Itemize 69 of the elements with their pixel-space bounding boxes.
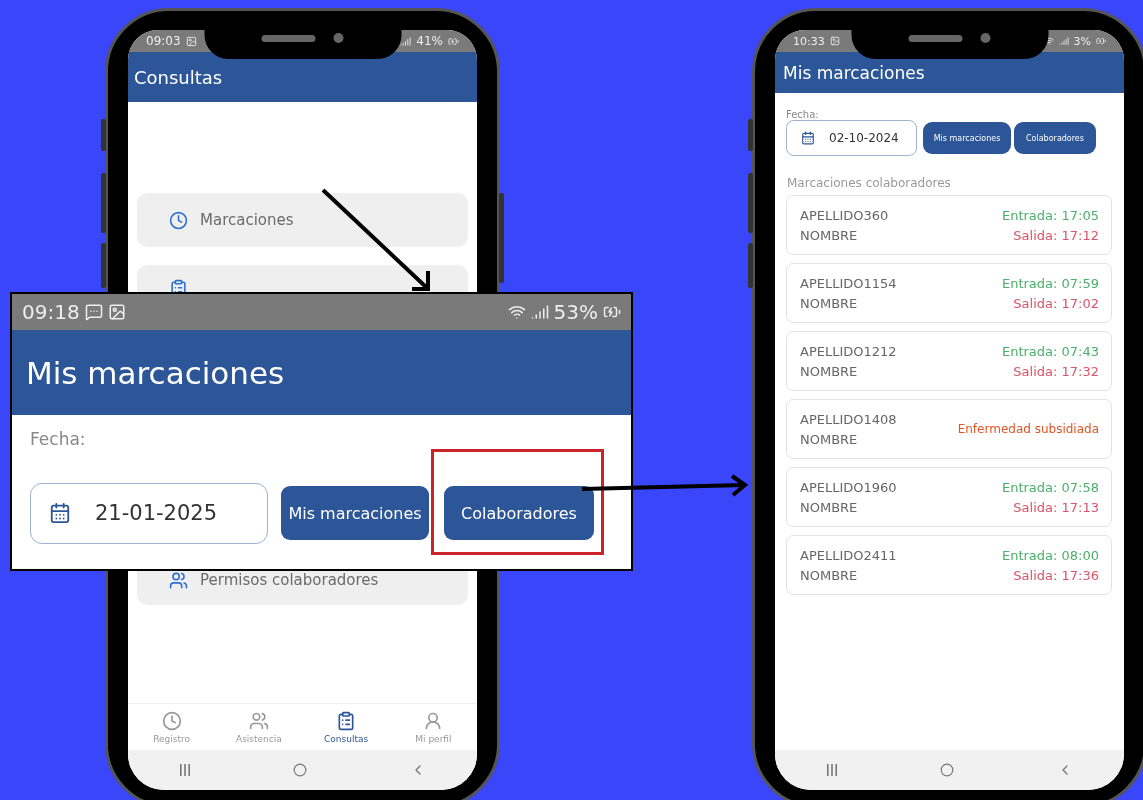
- status-time: 09:18: [22, 300, 80, 324]
- recent-apps-icon[interactable]: [826, 763, 839, 777]
- exit-time: Salida: 17:12: [1012, 227, 1099, 243]
- toggle-button[interactable]: Mis marcaciones: [923, 122, 1011, 154]
- calendar-icon: [801, 131, 815, 145]
- people-list-icon: [169, 571, 188, 590]
- name-text: NOMBRE: [800, 499, 859, 515]
- exit-time: Salida: 17:36: [1012, 567, 1099, 583]
- surname-text: APELLIDO2411: [800, 547, 898, 563]
- image-icon: [829, 36, 840, 46]
- name-text: NOMBRE: [800, 567, 859, 583]
- toggle-button[interactable]: Colaboradores: [444, 486, 594, 540]
- menu-item-label: Permisos colaboradores: [200, 571, 379, 589]
- section-title: Marcaciones colaboradores: [787, 176, 952, 190]
- menu-item[interactable]: [137, 265, 468, 292]
- date-field[interactable]: 21-01-2025: [30, 482, 268, 544]
- app-bar-title: Consultas: [128, 52, 477, 102]
- nav-tab[interactable]: Consultas: [311, 710, 382, 744]
- people-icon: [248, 710, 269, 731]
- image-icon: [185, 35, 197, 47]
- date-field[interactable]: 02-10-2024: [786, 120, 917, 156]
- toggle-button[interactable]: Colaboradores: [1014, 122, 1096, 154]
- status-time: 09:03: [146, 34, 181, 48]
- chat-icon: [84, 303, 103, 321]
- wifi-icon: [507, 303, 526, 321]
- status-time: 10:33: [793, 34, 825, 48]
- clock-icon: [169, 210, 188, 230]
- recent-apps-icon[interactable]: [179, 763, 192, 777]
- surname-text: APELLIDO1960: [800, 479, 898, 495]
- surname-text: APELLIDO360: [800, 207, 890, 223]
- date-value: 21-01-2025: [95, 501, 218, 525]
- calendar-icon: [49, 502, 71, 524]
- app-bar-title: Mis marcaciones: [12, 330, 631, 415]
- name-text: NOMBRE: [800, 295, 859, 311]
- name-text: NOMBRE: [800, 363, 859, 379]
- exit-time: Salida: 17:02: [1012, 295, 1099, 311]
- entry-time: Entrada: 07:58: [1001, 479, 1099, 495]
- absence-status: Enfermedad subsidiada: [957, 422, 1099, 436]
- battery-icon: [1096, 36, 1106, 46]
- exit-time: Salida: 17:13: [1012, 499, 1099, 515]
- surname-text: APELLIDO1212: [800, 343, 898, 359]
- exit-time: Salida: 17:32: [1012, 363, 1099, 379]
- menu-item[interactable]: Marcaciones: [137, 193, 468, 247]
- field-label: Fecha:: [30, 429, 87, 449]
- battery-percent: 3%: [1073, 34, 1091, 48]
- battery-icon: [448, 35, 459, 47]
- entry-time: Entrada: 17:05: [1001, 207, 1099, 223]
- entry-time: Entrada: 07:59: [1001, 275, 1099, 291]
- signal-icon: [530, 303, 549, 321]
- battery-percent: 41%: [416, 34, 443, 48]
- home-icon[interactable]: [293, 763, 308, 777]
- toggle-button[interactable]: Mis marcaciones: [281, 486, 429, 540]
- app-bar-title: Mis marcaciones: [775, 52, 1124, 93]
- image-icon: [107, 303, 126, 321]
- name-text: NOMBRE: [800, 431, 859, 447]
- entry-time: Entrada: 08:00: [1001, 547, 1099, 563]
- clipboard-icon: [336, 710, 357, 731]
- home-icon[interactable]: [940, 763, 955, 777]
- signal-icon: [400, 35, 412, 47]
- field-label: Fecha:: [786, 109, 820, 120]
- entry-time: Entrada: 07:43: [1001, 343, 1099, 359]
- menu-item-label: Marcaciones: [200, 211, 294, 229]
- menu-item[interactable]: Permisos colaboradores: [137, 571, 468, 605]
- name-text: NOMBRE: [800, 227, 859, 243]
- battery-percent: 53%: [553, 300, 598, 324]
- surname-text: APELLIDO1154: [800, 275, 898, 291]
- date-value: 02-10-2024: [829, 131, 899, 145]
- surname-text: APELLIDO1408: [800, 411, 898, 427]
- signal-icon: [1058, 36, 1069, 46]
